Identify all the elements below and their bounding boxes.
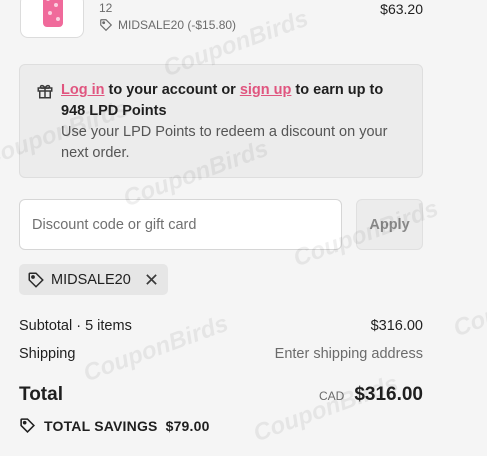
shipping-label: Shipping [19,346,76,362]
sign-up-link[interactable]: sign up [240,82,292,98]
tag-icon [28,272,44,288]
shipping-row: Shipping Enter shipping address [19,346,423,362]
savings-value: $79.00 [165,417,210,434]
points-mid-text: to your account or [104,82,240,98]
line-item: 12 MIDSALE20 (-$15.80) $63.20 [20,0,423,40]
watermark: CouponBirds [249,369,402,448]
product-thumbnail [20,0,84,38]
tag-icon [20,418,35,433]
close-icon [146,274,157,285]
subtotal-value: $316.00 [370,318,423,334]
loyalty-points-banner: Log in to your account or sign up to ear… [19,64,423,178]
remove-discount-button[interactable] [145,273,158,286]
apply-button[interactable]: Apply [356,199,423,250]
discount-code-input[interactable] [19,199,342,250]
tag-icon [100,19,113,32]
total-value: $316.00 [354,384,423,405]
applied-discount-chip: MIDSALE20 [19,264,168,295]
subtotal-label: Subtotal · 5 items [19,318,132,334]
applied-discount-code: MIDSALE20 [51,271,131,288]
log-in-link[interactable]: Log in [61,82,105,98]
line-item-discount: MIDSALE20 (-$15.80) [99,18,236,32]
total-savings: TOTAL SAVINGS $79.00 [19,417,210,434]
points-subtext: Use your LPD Points to redeem a discount… [61,124,388,161]
total-row: Total CAD $316.00 [19,384,423,406]
total-label: Total [19,384,63,405]
watermark: CouponBirds [449,264,487,343]
product-variant: 12 [99,1,113,15]
points-headline: Log in to your account or sign up to ear… [61,80,411,122]
product-price: $63.20 [380,1,423,17]
currency-code: CAD [318,389,345,403]
line-item-discount-text: MIDSALE20 (-$15.80) [118,18,237,32]
savings-label: TOTAL SAVINGS [44,417,158,434]
shipping-value: Enter shipping address [274,346,423,362]
subtotal-row: Subtotal · 5 items $316.00 [19,318,423,334]
gift-icon [37,84,53,99]
